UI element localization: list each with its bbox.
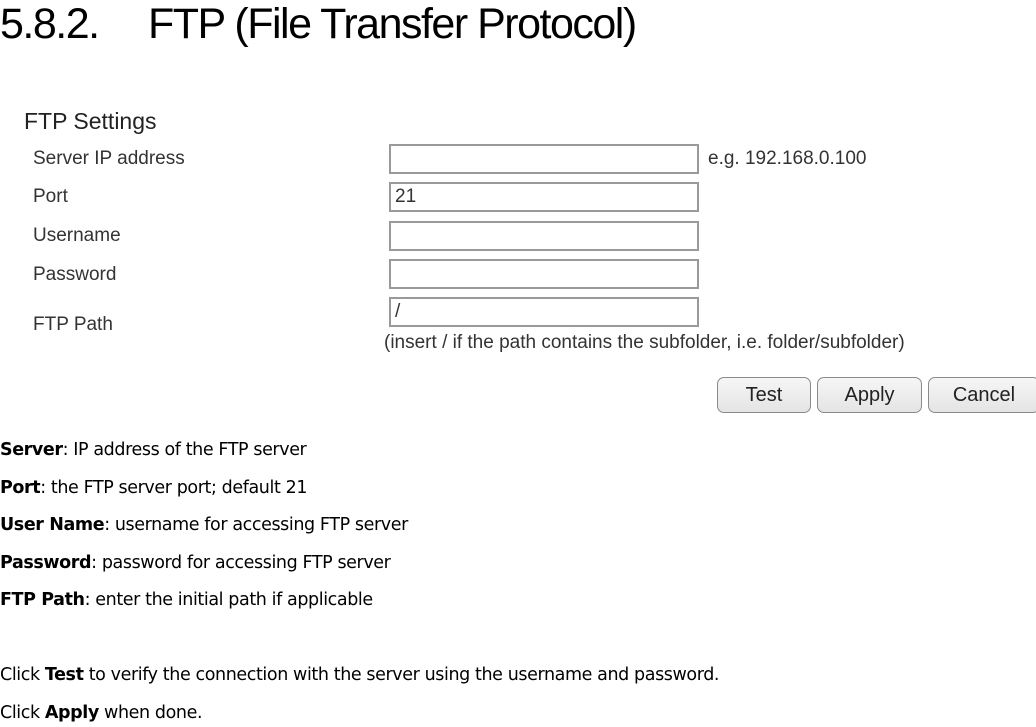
ftp-path-input[interactable] (389, 297, 699, 327)
instruction-keyword: Test (44, 665, 84, 685)
ftp-path-label: FTP Path (33, 314, 113, 335)
instruction-suffix: when done. (98, 703, 203, 723)
instruction-apply: Click Apply when done. (0, 703, 203, 723)
definition: : username for accessing FTP server (104, 515, 408, 535)
port-input[interactable] (389, 182, 699, 212)
term: User Name (0, 515, 105, 535)
instruction-prefix: Click (0, 703, 45, 723)
description-username: User Name: username for accessing FTP se… (0, 515, 408, 535)
panel-title: FTP Settings (24, 108, 157, 134)
ftp-path-note: (insert / if the path contains the subfo… (384, 332, 905, 353)
password-label: Password (33, 264, 117, 285)
ftp-settings-panel: FTP Settings Server IP address e.g. 192.… (0, 0, 1036, 430)
description-ftp-path: FTP Path: enter the initial path if appl… (0, 590, 373, 610)
instruction-prefix: Click (0, 665, 45, 685)
instruction-suffix: to verify the connection with the server… (83, 665, 720, 685)
description-server: Server: IP address of the FTP server (0, 440, 307, 460)
server-ip-label: Server IP address (33, 148, 185, 169)
definition: : enter the initial path if applicable (84, 590, 374, 610)
definition: : the FTP server port; default 21 (40, 478, 308, 498)
term: Server (0, 440, 63, 460)
instruction-keyword: Apply (44, 703, 99, 723)
instruction-test: Click Test to verify the connection with… (0, 665, 719, 685)
term: Port (0, 478, 41, 498)
description-password: Password: password for accessing FTP ser… (0, 553, 391, 573)
server-ip-hint: e.g. 192.168.0.100 (708, 148, 867, 169)
cancel-button[interactable]: Cancel (928, 377, 1036, 413)
definition: : IP address of the FTP server (62, 440, 307, 460)
password-input[interactable] (389, 259, 699, 289)
username-input[interactable] (389, 221, 699, 251)
term: FTP Path (0, 590, 85, 610)
apply-button[interactable]: Apply (817, 377, 922, 413)
test-button[interactable]: Test (717, 377, 811, 413)
username-label: Username (33, 225, 121, 246)
term: Password (0, 553, 92, 573)
server-ip-input[interactable] (389, 144, 699, 174)
description-port: Port: the FTP server port; default 21 (0, 478, 307, 498)
definition: : password for accessing FTP server (91, 553, 391, 573)
port-label: Port (33, 186, 68, 207)
